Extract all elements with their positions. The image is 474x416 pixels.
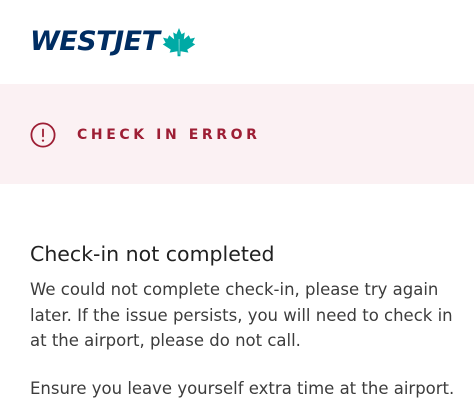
westjet-logo[interactable]: WESTJET [30,26,196,58]
message-paragraph: We could not complete check-in, please t… [30,280,453,350]
maple-leaf-icon [162,28,195,57]
exclamation-circle-icon [30,122,56,148]
message-title: Check-in not completed [30,242,275,266]
logo-wordmark: WESTJET [30,26,160,57]
message-body: We could not complete check-in, please t… [30,277,474,401]
message-paragraph: Ensure you leave yourself extra time at … [30,378,455,398]
check-in-error-page: WESTJET CHECK IN ERROR Check-in not comp… [0,0,474,416]
header: WESTJET [0,0,474,84]
error-banner-label: CHECK IN ERROR [77,127,261,143]
